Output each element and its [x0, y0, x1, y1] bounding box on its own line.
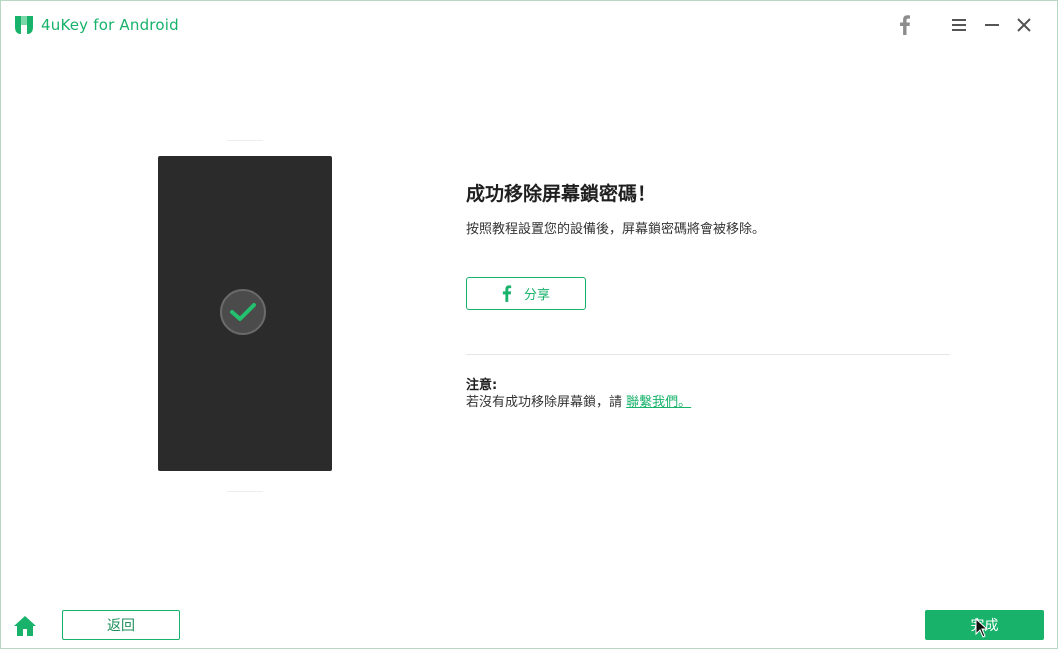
app-window: 4uKey for Android 成功移除屏幕鎖密碼！ 按照教程設置您的設備後… [0, 0, 1058, 649]
phone-speaker-line [227, 140, 263, 141]
close-icon [1017, 18, 1031, 32]
4ukey-logo-icon [15, 16, 33, 34]
contact-us-link[interactable]: 聯繫我們。 [626, 395, 691, 410]
back-button[interactable]: 返回 [62, 610, 180, 640]
note-text: 若沒有成功移除屏幕鎖，請 聯繫我們。 [466, 391, 691, 410]
success-heading: 成功移除屏幕鎖密碼！ [466, 183, 657, 205]
phone-illustration [158, 156, 332, 471]
divider [466, 354, 950, 355]
menu-button[interactable] [947, 13, 971, 37]
success-description: 按照教程設置您的設備後，屏幕鎖密碼將會被移除。 [466, 222, 766, 237]
home-icon [14, 616, 36, 636]
phone-home-line [227, 491, 263, 492]
hamburger-menu-icon [952, 19, 966, 31]
facebook-button[interactable] [893, 13, 917, 37]
close-button[interactable] [1012, 13, 1036, 37]
home-button[interactable] [13, 615, 37, 637]
success-badge [220, 289, 266, 335]
share-label: 分享 [523, 288, 550, 303]
title-bar: 4uKey for Android [1, 1, 1057, 49]
minimize-button[interactable] [980, 13, 1004, 37]
app-title: 4uKey for Android [41, 16, 179, 34]
note-message: 若沒有成功移除屏幕鎖，請 [466, 395, 627, 410]
share-button[interactable]: 分享 [466, 277, 586, 310]
facebook-icon [900, 15, 910, 35]
done-button[interactable]: 完成 [925, 610, 1044, 640]
facebook-icon [502, 285, 512, 302]
minimize-icon [985, 24, 999, 26]
app-logo: 4uKey for Android [13, 13, 179, 37]
check-icon [230, 303, 256, 321]
